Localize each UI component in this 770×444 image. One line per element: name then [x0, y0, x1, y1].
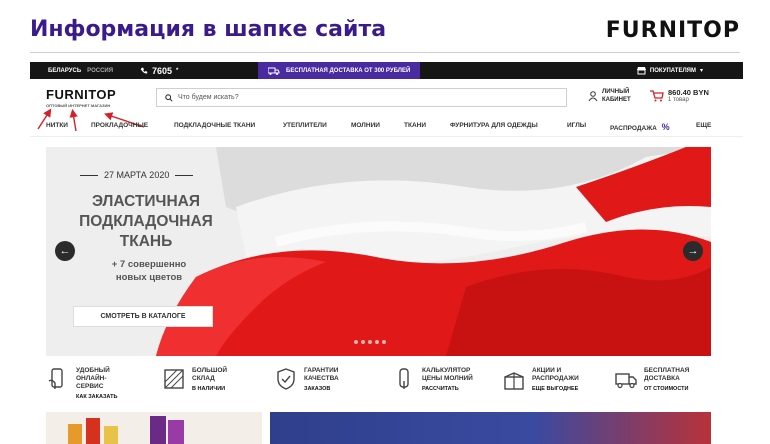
feature-online-service[interactable]: УДОБНЫЙ ОНЛАЙН- СЕРВИС КАК ЗАКАЗАТЬ	[46, 367, 117, 401]
slider-dot[interactable]	[361, 340, 365, 344]
prev-slide-button[interactable]: ←	[55, 241, 75, 261]
feature-sales[interactable]: АКЦИИ И РАСПРОДАЖИ ЕЩЕ ВЫГОДНЕЕ	[502, 367, 579, 393]
region-russia[interactable]: РОССИЯ	[87, 68, 113, 74]
feature-3-line-2: КАЧЕСТВА	[304, 375, 339, 382]
feature-3-link[interactable]: ЗАКАЗОВ	[304, 385, 339, 393]
phone-suffix: *	[176, 67, 179, 74]
warehouse-icon	[164, 369, 184, 389]
hero-date-text: 27 МАРТА 2020	[104, 170, 170, 180]
cart-link[interactable]: 860.40 BYN 1 товар	[650, 88, 709, 103]
user-icon	[588, 90, 598, 101]
buyers-label: ПОКУПАТЕЛЯМ	[649, 67, 696, 74]
slider-dots[interactable]	[354, 340, 386, 344]
site-header: FURNITOP ОПТОВЫЙ ИНТЕРНЕТ МАГАЗИН Что бу…	[30, 79, 743, 131]
account-link[interactable]: ЛИЧНЫЙ КАБИНЕТ	[588, 88, 631, 104]
phone-hand-icon	[48, 368, 63, 389]
free-delivery-banner[interactable]: БЕСПЛАТНАЯ ДОСТАВКА ОТ 300 РУБЛЕЙ	[258, 62, 421, 79]
feature-1-line-2: ОНЛАЙН-	[76, 375, 107, 382]
feature-2-link[interactable]: В НАЛИЧИИ	[192, 385, 227, 393]
nav-item-sale[interactable]: РАСПРОДАЖА %	[610, 122, 670, 132]
hero-subline-2: новых цветов	[115, 272, 183, 283]
feature-5-line-1: АКЦИИ И	[532, 367, 562, 374]
feature-1-line-1: УДОБНЫЙ	[76, 367, 110, 374]
feature-6-line-1: БЕСПЛАТНАЯ	[644, 367, 690, 374]
buyers-menu[interactable]: ПОКУПАТЕЛЯМ ▾	[636, 66, 703, 75]
cart-sum: 860.40 BYN	[668, 88, 709, 97]
feature-4-line-2: ЦЕНЫ МОЛНИЙ	[422, 375, 473, 382]
feature-6-line-2: ДОСТАВКА	[644, 375, 680, 382]
search-placeholder: Что будем искать?	[178, 94, 239, 101]
cart-icon	[650, 89, 664, 101]
nav-item-fabrics[interactable]: ТКАНИ	[404, 122, 426, 129]
hero-banner[interactable]: 27 МАРТА 2020 ЭЛАСТИЧНАЯ ПОДКЛАДОЧНАЯ ТК…	[46, 147, 711, 356]
view-catalog-button[interactable]: СМОТРЕТЬ В КАТАЛОГЕ	[73, 306, 213, 327]
next-slide-button[interactable]: →	[683, 241, 703, 261]
feature-4-line-1: КАЛЬКУЛЯТОР	[422, 367, 471, 374]
slide-divider	[30, 52, 740, 53]
main-nav: НИТКИ ПРОКЛАДОЧНЫЕ ПОДКЛАДОЧНЫЕ ТКАНИ УТ…	[30, 115, 743, 137]
slider-dot[interactable]	[375, 340, 379, 344]
shield-check-icon	[277, 368, 295, 390]
hero-headline-line-2: ПОДКЛАДОЧНАЯ	[79, 213, 213, 230]
hero-headline-line-3: ТКАНЬ	[119, 233, 173, 250]
nav-item-needles[interactable]: ИГЛЫ	[567, 122, 586, 129]
feature-warehouse[interactable]: БОЛЬШОЙ СКЛАД В НАЛИЧИИ	[162, 367, 227, 393]
top-bar: БЕЛАРУСЬ РОССИЯ 7605 * БЕСПЛАТНАЯ ДОСТАВ…	[30, 62, 743, 79]
hero-subline: + 7 совершенно новых цветов	[84, 258, 214, 284]
chevron-down-icon: ▾	[699, 68, 703, 74]
phone-icon	[140, 67, 148, 74]
feature-free-delivery[interactable]: БЕСПЛАТНАЯ ДОСТАВКА ОТ СТОИМОСТИ	[614, 367, 689, 393]
hero-headline: ЭЛАСТИЧНАЯ ПОДКЛАДОЧНАЯ ТКАНЬ	[66, 192, 226, 252]
nav-item-more[interactable]: ЕЩЕ	[696, 122, 711, 129]
phone-number[interactable]: 7605 *	[140, 66, 258, 76]
account-line-1: ЛИЧНЫЙ	[602, 89, 630, 95]
slider-dot[interactable]	[368, 340, 372, 344]
gift-box-icon	[504, 372, 524, 390]
hero-headline-line-1: ЭЛАСТИЧНАЯ	[92, 193, 200, 210]
feature-2-line-1: БОЛЬШОЙ	[192, 367, 228, 374]
region-switcher[interactable]: БЕЛАРУСЬ РОССИЯ	[30, 68, 140, 74]
zipper-icon	[399, 368, 409, 389]
nav-item-threads[interactable]: НИТКИ	[46, 122, 68, 129]
percent-icon: %	[661, 122, 670, 132]
slider-dot[interactable]	[382, 340, 386, 344]
feature-5-line-2: РАСПРОДАЖИ	[532, 375, 579, 382]
nav-item-insulation[interactable]: УТЕПЛИТЕЛИ	[283, 122, 327, 129]
nav-item-interlining[interactable]: ПРОКЛАДОЧНЫЕ	[91, 122, 148, 129]
hero-subline-1: + 7 совершенно	[111, 259, 187, 270]
region-belarus[interactable]: БЕЛАРУСЬ	[48, 68, 81, 74]
feature-quality[interactable]: ГАРАНТИИ КАЧЕСТВА ЗАКАЗОВ	[274, 367, 339, 393]
feature-zipper-calculator[interactable]: КАЛЬКУЛЯТОР ЦЕНЫ МОЛНИЙ РАССЧИТАТЬ	[392, 367, 473, 393]
feature-6-link[interactable]: ОТ СТОИМОСТИ	[644, 385, 689, 393]
cart-count: 1 товар	[668, 97, 689, 103]
slide-logo: FURNITOP	[605, 18, 740, 43]
slider-dot[interactable]	[354, 340, 358, 344]
truck-icon	[268, 67, 280, 75]
phone-value: 7605	[152, 65, 173, 76]
nav-item-sale-label: РАСПРОДАЖА	[610, 125, 657, 132]
store-icon	[636, 66, 646, 74]
nav-item-accessories[interactable]: ФУРНИТУРА ДЛЯ ОДЕЖДЫ	[450, 122, 538, 129]
hero-date: 27 МАРТА 2020	[80, 170, 194, 180]
thread-spools-picture	[68, 416, 184, 444]
delivery-truck-icon	[615, 373, 637, 389]
free-delivery-text: БЕСПЛАТНАЯ ДОСТАВКА ОТ 300 РУБЛЕЙ	[286, 67, 411, 74]
account-line-2: КАБИНЕТ	[602, 97, 631, 103]
nav-item-lining[interactable]: ПОДКЛАДОЧНЫЕ ТКАНИ	[174, 122, 255, 129]
feature-4-link[interactable]: РАССЧИТАТЬ	[422, 385, 473, 393]
feature-5-link[interactable]: ЕЩЕ ВЫГОДНЕЕ	[532, 385, 579, 393]
product-thumbnails	[46, 412, 711, 444]
features-row: УДОБНЫЙ ОНЛАЙН- СЕРВИС КАК ЗАКАЗАТЬ БОЛЬ…	[46, 362, 726, 408]
thread-spools-image[interactable]	[46, 412, 262, 444]
website-screenshot: БЕЛАРУСЬ РОССИЯ 7605 * БЕСПЛАТНАЯ ДОСТАВ…	[30, 62, 743, 444]
feature-1-link[interactable]: КАК ЗАКАЗАТЬ	[76, 393, 117, 401]
feature-2-line-2: СКЛАД	[192, 375, 215, 382]
search-input[interactable]: Что будем искать?	[156, 88, 567, 107]
slide-title: Информация в шапке сайта	[30, 17, 387, 42]
fabric-promo-image[interactable]	[270, 412, 711, 444]
feature-1-line-3: СЕРВИС	[76, 383, 104, 390]
nav-item-zippers[interactable]: МОЛНИИ	[351, 122, 380, 129]
feature-3-line-1: ГАРАНТИИ	[304, 367, 339, 374]
